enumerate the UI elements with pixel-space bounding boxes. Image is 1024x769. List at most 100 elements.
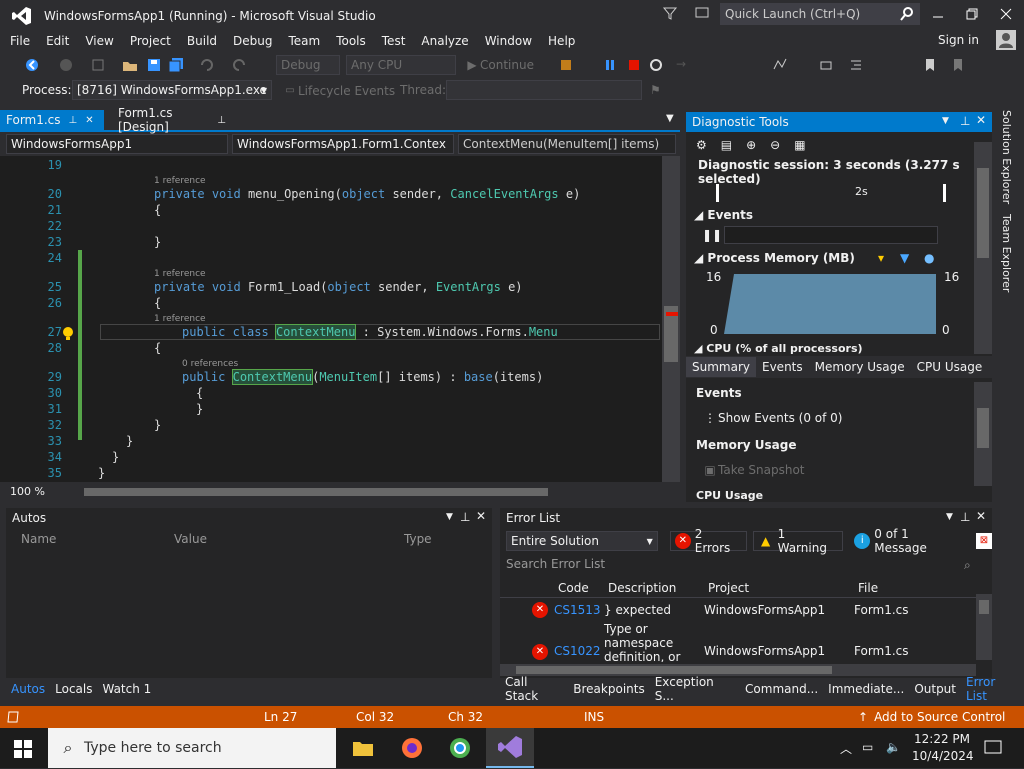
errors-filter-button[interactable]: ✕ 2 Errors [669, 527, 747, 555]
restore-button[interactable] [966, 8, 978, 23]
events-section[interactable]: ◢ Events [694, 208, 753, 222]
break-all-icon[interactable] [602, 57, 618, 76]
bookmark-icon[interactable] [922, 57, 938, 76]
error-search-input[interactable]: Search Error List ⌕ [500, 554, 992, 574]
flag-icon[interactable]: ⚑ [650, 83, 661, 97]
editor-vertical-scrollbar[interactable] [662, 156, 680, 482]
tab-command-window[interactable]: Command... [740, 682, 823, 696]
close-icon[interactable]: ✕ [976, 113, 986, 127]
class-nav-select[interactable]: WindowsFormsApp1.Form1.Contex [232, 134, 454, 154]
table-row[interactable]: ✕ CS1513 } expected WindowsFormsApp1 For… [500, 600, 976, 620]
pin-icon[interactable]: ⊥ [460, 510, 470, 524]
autos-col-name[interactable]: Name [21, 532, 56, 546]
solution-configuration-select[interactable]: Debug [276, 55, 340, 75]
settings-icon[interactable]: ⚙ [696, 138, 707, 152]
menu-analyze[interactable]: Analyze [413, 34, 476, 48]
pin-icon[interactable]: ⊥ [960, 114, 970, 128]
hot-reload-icon[interactable] [558, 57, 574, 76]
team-explorer-tab[interactable]: Team Explorer [1000, 214, 1013, 292]
stop-debugging-icon[interactable] [626, 57, 642, 76]
undo-icon[interactable] [198, 57, 214, 76]
clock-time[interactable]: 12:22 PM [914, 732, 970, 746]
navigate-back-icon[interactable] [24, 57, 40, 76]
events-track[interactable] [724, 226, 938, 244]
pause-icon[interactable]: ❚❚ [702, 228, 722, 242]
tab-watch-1[interactable]: Watch 1 [97, 682, 156, 696]
build-filter-icon[interactable]: ⊠ [976, 533, 992, 549]
dropdown-icon[interactable]: ▼ [946, 512, 953, 522]
take-snapshot-button[interactable]: ▣ Take Snapshot [702, 462, 804, 478]
dropdown-icon[interactable]: ▼ [942, 116, 949, 126]
quick-launch-input[interactable]: Quick Launch (Ctrl+Q) [720, 3, 920, 25]
summary-scrollbar[interactable] [974, 382, 992, 486]
tab-form1-cs[interactable]: Form1.cs ⊥ ✕ [0, 110, 104, 130]
pin-icon[interactable]: ⊥ [960, 510, 970, 524]
solution-platform-select[interactable]: Any CPU [346, 55, 456, 75]
diagnostic-scroll-thumb[interactable] [977, 168, 989, 258]
menu-edit[interactable]: Edit [38, 34, 77, 48]
tab-call-stack[interactable]: Call Stack [500, 675, 568, 703]
tab-cpu-usage[interactable]: CPU Usage [911, 357, 989, 377]
member-nav-select[interactable]: ContextMenu(MenuItem[] items) [458, 134, 676, 154]
tab-memory-usage[interactable]: Memory Usage [809, 357, 911, 377]
close-icon[interactable]: ✕ [476, 509, 486, 523]
firefox-icon[interactable] [400, 736, 424, 763]
volume-icon[interactable]: 🔈 [886, 740, 901, 754]
tab-form1-design[interactable]: Form1.cs [Design] ⊥ [112, 106, 232, 134]
add-to-source-control-button[interactable]: ↑ Add to Source Control [858, 710, 1005, 724]
solution-explorer-tab[interactable]: Solution Explorer [1000, 110, 1013, 204]
error-col-project[interactable]: Project [708, 581, 749, 595]
pin-icon[interactable]: ⊥ [217, 115, 226, 126]
code-lens-references[interactable]: 0 references [182, 359, 238, 369]
error-list-vscroll[interactable] [976, 594, 992, 660]
clock-date[interactable]: 10/4/2024 [912, 749, 974, 763]
menu-window[interactable]: Window [477, 34, 540, 48]
error-scope-select[interactable]: Entire Solution ▼ [506, 531, 658, 551]
visual-studio-taskbar-icon[interactable] [486, 728, 534, 768]
warnings-filter-button[interactable]: ▲ 1 Warning [752, 527, 844, 555]
menu-team[interactable]: Team [280, 34, 328, 48]
cpu-section[interactable]: ◢ CPU (% of all processors) [694, 342, 863, 355]
code-lens-references[interactable]: 1 reference [154, 269, 206, 279]
summary-scroll-thumb[interactable] [977, 408, 989, 448]
autos-col-type[interactable]: Type [404, 532, 432, 546]
new-project-icon[interactable] [90, 57, 106, 76]
indent-icon[interactable] [848, 57, 864, 76]
error-col-description[interactable]: Description [608, 581, 676, 595]
tab-autos[interactable]: Autos [6, 682, 50, 696]
menu-tools[interactable]: Tools [328, 34, 374, 48]
save-icon[interactable] [146, 57, 162, 76]
select-tools-icon[interactable]: ▤ [721, 138, 732, 152]
tab-exception-settings[interactable]: Exception S... [650, 675, 740, 703]
lifecycle-events-button[interactable]: ▭ Lifecycle Events [282, 83, 395, 99]
chrome-icon[interactable] [448, 736, 472, 763]
show-events-link[interactable]: ⋮ Show Events (0 of 0) [702, 410, 842, 426]
error-col-file[interactable]: File [858, 581, 878, 595]
menu-test[interactable]: Test [374, 34, 414, 48]
menu-project[interactable]: Project [122, 34, 179, 48]
process-select[interactable]: [8716] WindowsFormsApp1.exe ▼ [72, 80, 272, 100]
zoom-level[interactable]: 100 % [10, 485, 45, 498]
filter-icon[interactable] [662, 5, 678, 24]
file-explorer-icon[interactable] [352, 738, 374, 761]
dropdown-icon[interactable]: ▼ [446, 512, 453, 522]
menu-view[interactable]: View [77, 34, 121, 48]
memory-graph[interactable] [724, 272, 936, 334]
tab-overflow-icon[interactable]: ▼ [666, 113, 674, 124]
menu-build[interactable]: Build [179, 34, 225, 48]
tab-error-list[interactable]: Error List [961, 675, 1024, 703]
diagnostic-scrollbar[interactable] [974, 142, 992, 354]
save-all-icon[interactable] [168, 57, 184, 76]
minimize-button[interactable] [932, 8, 944, 20]
menu-help[interactable]: Help [540, 34, 583, 48]
diagnostics-icon[interactable] [772, 57, 788, 76]
tab-immediate-window[interactable]: Immediate... [823, 682, 909, 696]
navigate-forward-icon[interactable] [58, 57, 74, 76]
project-nav-select[interactable]: WindowsFormsApp1 [6, 134, 228, 154]
error-list-vscroll-thumb[interactable] [979, 600, 989, 614]
feedback-icon[interactable] [694, 5, 710, 24]
close-tab-icon[interactable]: ✕ [85, 115, 93, 126]
code-lens-references[interactable]: 1 reference [154, 314, 206, 324]
error-list-hscroll-thumb[interactable] [516, 666, 832, 674]
close-button[interactable] [1000, 8, 1012, 23]
